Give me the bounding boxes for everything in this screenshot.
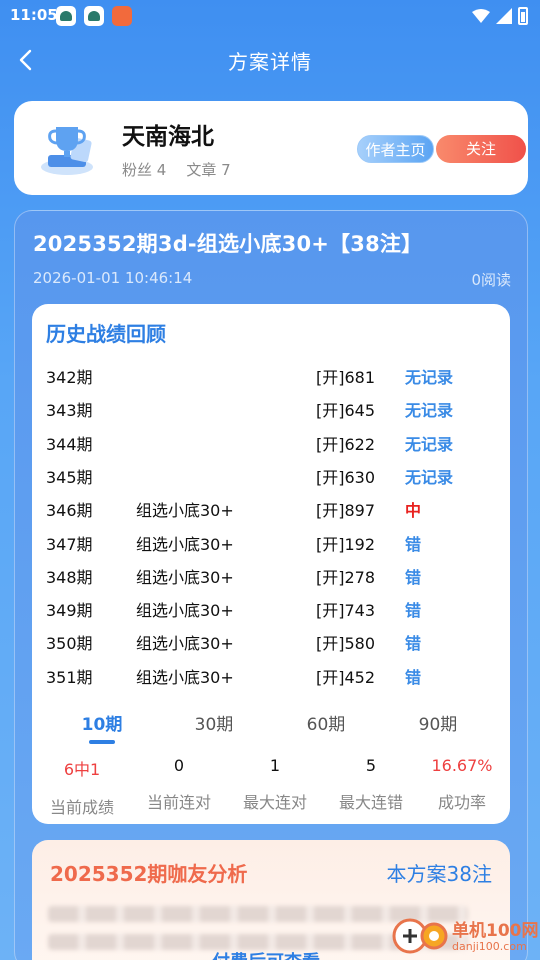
- author-card: 天南海北 粉丝 4 文章 7 作者主页 关注: [14, 101, 528, 195]
- tab-30[interactable]: 30期: [174, 710, 254, 735]
- tab-90[interactable]: 90期: [398, 710, 478, 735]
- issue-number: 344期: [46, 434, 93, 454]
- pick-type: 组选小底30+: [136, 601, 234, 621]
- stat-value: 6中1: [63, 760, 101, 779]
- open-number: [开]622: [316, 434, 376, 454]
- result-badge: 无记录: [405, 401, 454, 421]
- author-home-button[interactable]: 作者主页: [357, 135, 434, 163]
- fans-count: 粉丝 4: [122, 161, 167, 179]
- history-title: 历史战绩回顾: [46, 322, 166, 346]
- issue-number: 348期: [46, 567, 93, 587]
- app-notification-icon: [56, 6, 76, 26]
- pick-type: 组选小底30+: [136, 534, 234, 554]
- open-number: [开]645: [316, 401, 376, 421]
- period-tabs: 10期 30期 60期 90期: [32, 706, 510, 746]
- issue-number: 350期: [46, 634, 93, 654]
- result-badge: 无记录: [405, 434, 454, 454]
- articles-count: 文章 7: [186, 161, 231, 179]
- history-row: 343期 [开]645 无记录: [32, 393, 510, 423]
- issue-number: 342期: [46, 368, 93, 387]
- status-icons: [472, 6, 528, 26]
- pick-type: 组选小底30+: [136, 634, 234, 654]
- stat-label: 最大连错: [338, 793, 403, 812]
- pick-type: 组选小底30+: [136, 501, 234, 521]
- issue-number: 345期: [46, 467, 93, 487]
- pick-type: 组选小底30+: [136, 567, 234, 587]
- history-row: 351期 组选小底30+ [开]452 错: [32, 660, 510, 690]
- signal-icon: [496, 8, 512, 24]
- nav-bar: 方案详情: [0, 38, 540, 82]
- status-time: 11:05: [10, 6, 58, 24]
- stat-label: 最大连对: [242, 793, 307, 812]
- open-number: [开]278: [316, 567, 376, 587]
- open-number: [开]192: [316, 534, 376, 554]
- analysis-count: 本方案38注: [386, 862, 492, 886]
- status-bar: 11:05: [0, 0, 540, 32]
- analysis-title: 2025352期咖友分析: [50, 862, 248, 886]
- open-number: [开]452: [316, 667, 376, 687]
- trophy-avatar-icon: [41, 127, 93, 175]
- stat-max-miss-streak: 5 最大连错: [323, 756, 419, 813]
- history-row: 349期 组选小底30+ [开]743 错: [32, 593, 510, 623]
- follow-button[interactable]: 关注: [436, 135, 526, 163]
- history-row: 347期 组选小底30+ [开]192 错: [32, 527, 510, 557]
- plan-title: 2025352期3d-组选小底30+【38注】: [33, 232, 423, 256]
- open-number: [开]681: [316, 368, 376, 387]
- stats-row: 6中1 当前成绩 0 当前连对 1 最大连对 5 最大连错 16.67% 成功率: [32, 756, 510, 820]
- history-row: 350期 组选小底30+ [开]580 错: [32, 626, 510, 656]
- open-number: [开]630: [316, 467, 376, 487]
- stat-value: 1: [269, 756, 281, 775]
- watermark-url: danji100.com: [452, 940, 527, 953]
- author-name: 天南海北: [122, 124, 214, 150]
- stat-max-hit-streak: 1 最大连对: [227, 756, 323, 813]
- open-number: [开]580: [316, 634, 376, 654]
- pick-type: 组选小底30+: [136, 667, 234, 687]
- issue-number: 347期: [46, 534, 93, 554]
- history-row: 348期 组选小底30+ [开]278 错: [32, 560, 510, 590]
- tab-10[interactable]: 10期: [62, 710, 142, 735]
- issue-number: 343期: [46, 401, 93, 421]
- result-badge: 无记录: [405, 368, 454, 387]
- watermark-text: 单机100网: [452, 921, 539, 941]
- stat-current-score: 6中1 当前成绩: [34, 756, 130, 818]
- result-badge: 无记录: [405, 467, 454, 487]
- result-badge: 错: [405, 601, 422, 621]
- watermark-logo-icon: [392, 918, 448, 954]
- stat-current-streak: 0 当前连对: [131, 756, 227, 813]
- author-meta: 粉丝 4 文章 7: [122, 159, 231, 180]
- watermark: 单机100网 danji100.com: [392, 912, 540, 960]
- plan-time: 2026-01-01 10:46:14: [33, 269, 193, 287]
- stat-label: 当前连对: [146, 793, 211, 812]
- issue-number: 349期: [46, 601, 93, 621]
- plan-reads: 0阅读: [471, 271, 511, 289]
- page-title: 方案详情: [228, 50, 312, 74]
- tab-active-indicator: [89, 740, 115, 744]
- app-notification-icon: [112, 6, 132, 26]
- result-badge: 错: [405, 634, 422, 654]
- result-badge: 错: [405, 667, 422, 687]
- battery-icon: [518, 7, 528, 25]
- stat-success-rate: 16.67% 成功率: [414, 756, 510, 813]
- wifi-icon: [472, 9, 490, 23]
- history-card: 历史战绩回顾 342期 [开]681 无记录 343期 [开]645 无记录 344期 [开]…: [32, 304, 510, 824]
- stat-label: 当前成绩: [49, 798, 114, 817]
- history-row: 344期 [开]622 无记录: [32, 427, 510, 457]
- open-number: [开]743: [316, 601, 376, 621]
- history-row: 345期 [开]630 无记录: [32, 460, 510, 490]
- open-number: [开]897: [316, 501, 376, 521]
- history-row: 342期 [开]681 无记录: [32, 360, 510, 390]
- stat-value: 0: [173, 756, 185, 775]
- stat-value: 16.67%: [431, 756, 493, 775]
- app-notification-icon: [84, 6, 104, 26]
- issue-number: 346期: [46, 501, 93, 521]
- issue-number: 351期: [46, 667, 93, 687]
- unlock-text[interactable]: 付费后可查看: [212, 948, 320, 960]
- stat-value: 5: [365, 756, 377, 775]
- tab-60[interactable]: 60期: [286, 710, 366, 735]
- result-badge: 错: [405, 567, 422, 587]
- result-badge: 错: [405, 534, 422, 554]
- stat-label: 成功率: [437, 793, 486, 812]
- result-badge: 中: [405, 501, 422, 521]
- history-row: 346期 组选小底30+ [开]897 中: [32, 493, 510, 523]
